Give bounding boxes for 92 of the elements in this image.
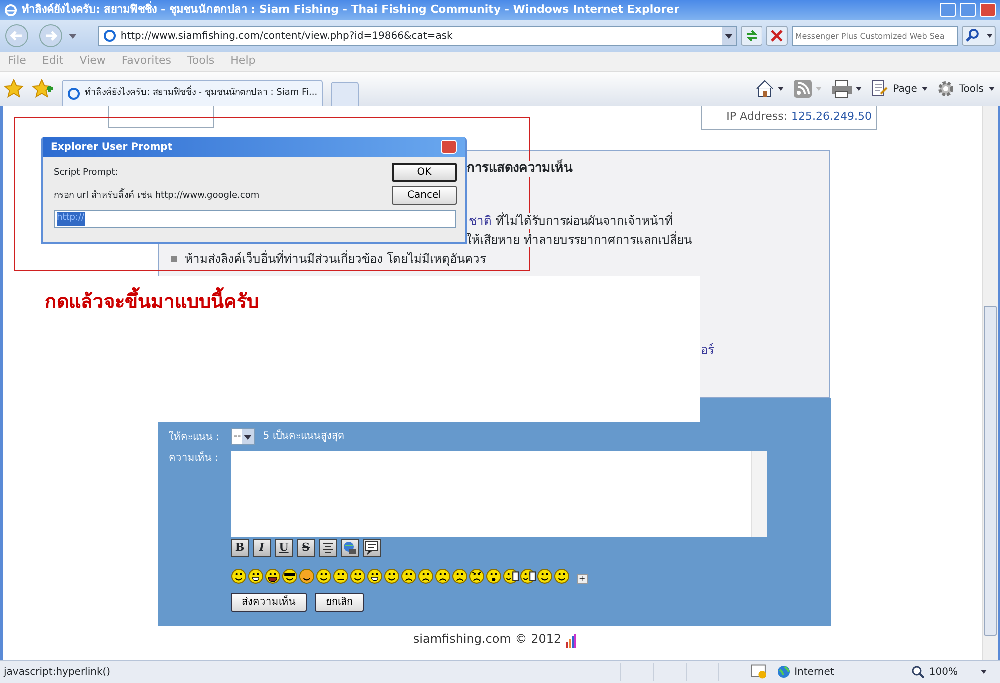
- minimize-button[interactable]: [940, 3, 956, 17]
- align-center-icon: [322, 542, 334, 554]
- annotation-text: กดแล้วจะขึ้นมาแบบนี้ครับ: [45, 288, 700, 316]
- rules-heading: การแสดงความเห็น: [467, 161, 573, 177]
- tools-menu-button[interactable]: Tools: [937, 80, 996, 98]
- smiley-icon[interactable]: [554, 569, 571, 584]
- smiley-icon[interactable]: [248, 569, 265, 584]
- smiley-icon[interactable]: [316, 569, 333, 584]
- page-menu-button[interactable]: Page: [871, 80, 930, 98]
- search-field[interactable]: Messenger Plus Customized Web Sea: [792, 26, 958, 46]
- smiley-icon[interactable]: [333, 569, 350, 584]
- dialog-label: Script Prompt:: [54, 167, 118, 180]
- cancel-button[interactable]: ยกเลิก: [315, 593, 364, 612]
- smiley-icon[interactable]: [503, 569, 520, 584]
- dropdown-icon[interactable]: [722, 27, 736, 45]
- cancel-button[interactable]: Cancel: [392, 186, 457, 205]
- bullet-icon: [171, 256, 177, 262]
- search-button[interactable]: [962, 26, 996, 46]
- caret-icon: [242, 429, 254, 444]
- smiley-icon[interactable]: [418, 569, 435, 584]
- page-icon: [871, 80, 890, 98]
- address-field[interactable]: http://www.siamfishing.com/content/view.php?id=19866&cat=ask: [98, 26, 736, 46]
- rating-select[interactable]: --: [231, 428, 256, 445]
- smiley-icon[interactable]: [469, 569, 486, 584]
- caret-icon: [921, 85, 930, 93]
- smiley-icon[interactable]: [486, 569, 503, 584]
- align-center-button[interactable]: [319, 539, 337, 557]
- dialog-message: กรอก url สำหรับลิ้งค์ เช่น http://www.google.com: [54, 190, 260, 202]
- form-label: ความเห็น :: [169, 453, 219, 464]
- underline-button[interactable]: U: [275, 539, 293, 557]
- browser-logo-icon: [4, 3, 18, 17]
- favorites-star-icon[interactable]: [4, 79, 24, 99]
- rule-text: ที่ไม่ได้รับการผ่อนผันจากเจ้าหน้าที่: [496, 213, 673, 229]
- security-zone[interactable]: Internet: [776, 664, 912, 680]
- page-icon: [102, 29, 117, 43]
- home-icon[interactable]: [755, 79, 786, 99]
- rule-text: ห้ามส่งลิงค์เว็บอื่นที่ท่านมีส่วนเกี่ยวข้อง โดยไม่มีเหตุอันควร: [185, 251, 486, 267]
- smiley-icon[interactable]: [384, 569, 401, 584]
- speech-bubble-icon: [365, 541, 379, 556]
- caret-icon: [980, 668, 988, 676]
- scrollbar[interactable]: [982, 106, 998, 660]
- smiley-icon[interactable]: [537, 569, 554, 584]
- print-icon[interactable]: [831, 79, 864, 99]
- stats-icon: [566, 634, 576, 648]
- smiley-icon[interactable]: [401, 569, 418, 584]
- status-text: javascript:hyperlink(): [4, 666, 112, 680]
- feeds-icon[interactable]: [793, 79, 824, 99]
- smiley-icon[interactable]: [299, 569, 316, 584]
- bold-button[interactable]: B: [231, 539, 249, 557]
- dialog-close-button[interactable]: [441, 140, 457, 154]
- smiley-icon[interactable]: [367, 569, 384, 584]
- footer-copyright: siamfishing.com © 2012: [413, 631, 562, 648]
- globe-icon: [343, 541, 357, 556]
- submit-button[interactable]: ส่งความเห็น: [231, 593, 307, 612]
- zoom-level: 100%: [929, 666, 958, 680]
- zoom-button[interactable]: 100%: [911, 664, 988, 680]
- smiley-icon[interactable]: [282, 569, 299, 584]
- rule-link[interactable]: อร์: [701, 343, 714, 357]
- smiley-icon[interactable]: [231, 569, 248, 584]
- close-button[interactable]: [980, 3, 996, 17]
- refresh-button[interactable]: [740, 26, 762, 46]
- smiley-icon[interactable]: [265, 569, 282, 584]
- italic-button[interactable]: I: [253, 539, 271, 557]
- gear-icon: [937, 80, 956, 98]
- more-smileys-button[interactable]: +: [577, 574, 588, 584]
- rating-hint: 5 เป็นคะแนนสูงสุด: [263, 429, 344, 444]
- insert-link-button[interactable]: [341, 539, 359, 557]
- rule-text: ให้เสียหาย ทำลายบรรยากาศการแลกเปลี่ยน: [466, 233, 692, 247]
- strikethrough-button[interactable]: S: [297, 539, 315, 557]
- scrollbar-thumb[interactable]: [984, 306, 997, 636]
- caret-icon: [988, 85, 996, 93]
- ok-button[interactable]: OK: [392, 163, 457, 182]
- smiley-icon[interactable]: [350, 569, 367, 584]
- textarea-scrollbar[interactable]: [751, 451, 767, 537]
- ip-value: 125.26.249.50: [792, 109, 872, 126]
- dialog-title: Explorer User Prompt: [51, 140, 173, 154]
- ip-label: IP Address:: [726, 109, 788, 126]
- smiley-icon[interactable]: [452, 569, 469, 584]
- zoom-icon: [911, 665, 926, 679]
- window-title: ทำลิงค์ยังไงครับ: สยามฟิชชิ่ง - ชุมชนนักตกปลา : Siam Fishing - Thai Fishing Community - Windows Internet Explorer: [22, 2, 680, 18]
- form-label: ให้คะแนน :: [169, 432, 220, 443]
- smiley-icon[interactable]: [520, 569, 537, 584]
- stop-button[interactable]: [766, 26, 788, 46]
- maximize-button[interactable]: [960, 3, 976, 17]
- add-favorite-icon[interactable]: [32, 79, 54, 99]
- smiley-icon[interactable]: [435, 569, 452, 584]
- protected-mode-icon[interactable]: [751, 664, 769, 680]
- quote-button[interactable]: [363, 539, 381, 557]
- globe-icon: [776, 665, 791, 679]
- page-icon: [67, 86, 81, 100]
- zone-label: Internet: [794, 666, 834, 680]
- browser-tab[interactable]: ทำลิงค์ยังไงครับ: สยามฟิชชิ่ง - ชุมชนนักตกปลา : Siam Fi...: [62, 80, 323, 106]
